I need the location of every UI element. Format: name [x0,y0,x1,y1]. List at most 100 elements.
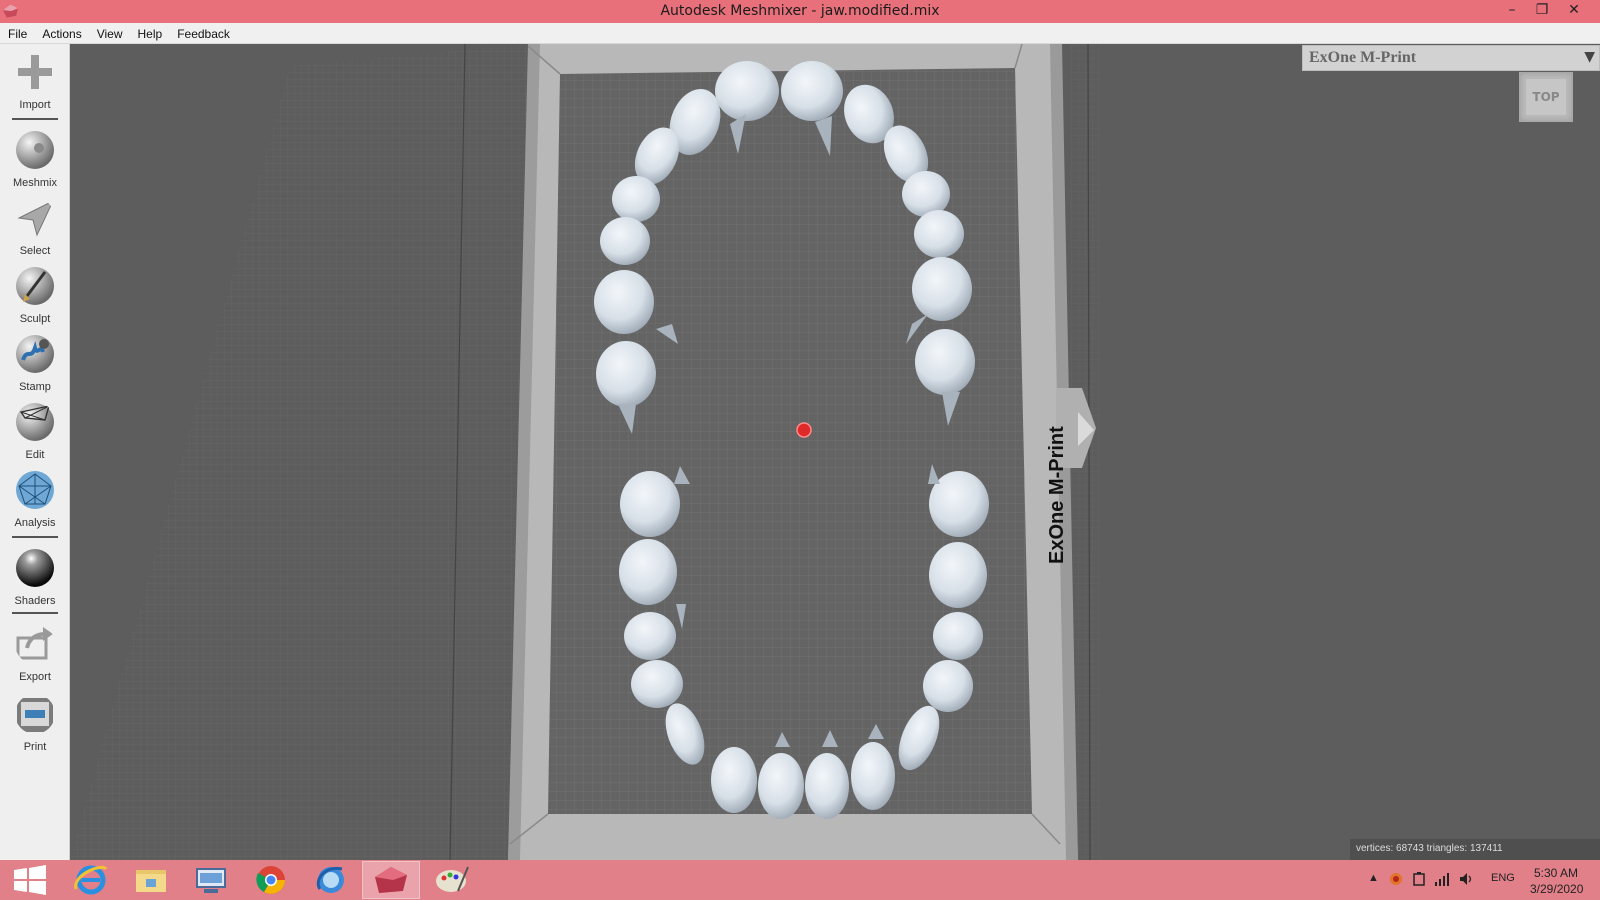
tool-label-analysis: Analysis [14,517,56,529]
tool-label-select: Select [19,245,51,257]
battery-power-icon[interactable] [1411,871,1427,887]
tooth [915,329,975,395]
tooth [781,61,843,121]
internet-explorer-icon [74,865,108,895]
network-signal-icon[interactable] [1434,871,1450,887]
tooth [914,210,964,258]
clock-time[interactable]: 5:30 AM [1534,866,1578,880]
floor-grid-left [70,44,530,860]
tooth [923,660,973,712]
view-cube[interactable]: TOP [1519,72,1573,122]
printer-icon [17,698,53,732]
tooth [631,660,683,708]
shader-sphere-icon [16,549,54,587]
file-explorer-icon [136,870,166,892]
tooth [902,171,950,217]
clock-date[interactable]: 3/29/2020 [1530,882,1583,896]
tool-import[interactable]: Import [0,52,70,111]
chevron-down-icon[interactable]: ▼ [1584,49,1595,65]
taskbar: ▲ ENG 5:30 AM 3/29/2020 [0,860,1600,900]
windows-start-icon [14,865,46,895]
tool-stamp[interactable]: Stamp [0,334,70,393]
bed-printer-label: ExOne M-Print [1046,426,1068,564]
3d-viewport[interactable]: ExOne M-Print [70,44,1600,860]
close-button[interactable]: ✕ [1560,0,1588,22]
meshmixer-icon [375,867,407,893]
minimize-button[interactable]: – [1498,0,1526,22]
tool-label-meshmix: Meshmix [12,177,57,189]
pivot-marker[interactable] [796,422,812,438]
plus-icon [18,55,52,89]
volume-speaker-icon[interactable] [1458,871,1474,887]
tool-label-sculpt: Sculpt [19,313,51,325]
taskbar-internet-explorer[interactable] [62,861,120,899]
title-bar: Autodesk Meshmixer - jaw.modified.mix – … [0,0,1600,23]
start-button[interactable] [2,861,60,899]
taskbar-paint[interactable] [422,861,480,899]
browser-blue-icon [316,866,344,893]
taskbar-browser[interactable] [302,861,360,899]
tool-label-print: Print [23,741,47,753]
geodesic-sphere-icon [16,471,54,509]
tool-palette: Import Meshmix Select Sculpt Stamp Edit … [0,44,70,860]
taskbar-file-explorer[interactable] [122,861,180,899]
menu-help[interactable]: Help [130,24,170,41]
tool-analysis[interactable]: Analysis [0,470,70,529]
tooth [619,539,677,605]
printer-dropdown-value: ExOne M-Print [1309,49,1417,66]
menu-view[interactable]: View [89,24,130,41]
tool-edit[interactable]: Edit [0,402,70,461]
view-cube-face-top[interactable]: TOP [1526,79,1566,115]
tooth [596,341,656,407]
scene-canvas[interactable]: ExOne M-Print [70,44,1600,860]
brush-sphere-icon [16,267,54,305]
menu-file[interactable]: File [0,24,34,41]
tool-label-shaders: Shaders [14,595,56,607]
taskbar-chrome[interactable] [242,861,300,899]
tooth [933,612,983,660]
tool-label-stamp: Stamp [19,381,51,393]
cursor-arrow-icon [17,199,55,237]
stamp-sphere-icon [16,335,54,373]
taskbar-remote-desktop[interactable] [182,861,240,899]
remote-desktop-icon [196,868,226,893]
tooth [624,612,676,660]
meshmix-sphere-icon [16,131,54,169]
menu-actions[interactable]: Actions [34,24,88,41]
window-title: Autodesk Meshmixer - jaw.modified.mix [660,3,940,19]
tool-meshmix[interactable]: Meshmix [0,130,70,189]
tooth [620,471,680,537]
mesh-stats: vertices: 68743 triangles: 137411 [1350,839,1600,860]
tooth [929,542,987,608]
tool-export[interactable]: Export [0,624,70,683]
tooth [612,176,660,222]
tool-label-edit: Edit [25,449,45,461]
tool-label-export: Export [19,671,51,683]
menu-feedback[interactable]: Feedback [169,24,237,41]
tooth [711,747,757,813]
tool-label-import: Import [19,99,51,111]
printer-dropdown[interactable]: ExOne M-Print ▼ [1302,45,1600,71]
restore-button[interactable]: ❐ [1528,0,1556,22]
tool-select[interactable]: Select [0,198,70,257]
tooth [805,753,849,819]
tooth [912,257,972,321]
menu-bar: File Actions View Help Feedback [0,23,1600,44]
taskbar-meshmixer[interactable] [362,861,420,899]
tray-app-icon[interactable] [1388,871,1404,887]
tool-sculpt[interactable]: Sculpt [0,266,70,325]
chrome-icon [256,866,285,894]
tool-shaders[interactable]: Shaders [0,548,70,607]
tooth [715,61,779,121]
toolbar-divider [12,612,58,614]
tooth [758,753,804,819]
input-language-indicator[interactable]: ENG [1491,872,1515,884]
tool-print[interactable]: Print [0,694,70,753]
tooth [851,742,895,810]
toolbar-divider [12,118,58,120]
tray-overflow-chevron-icon[interactable]: ▲ [1368,872,1379,884]
tooth [600,217,650,265]
paint-icon [436,866,469,892]
export-arrow-icon [16,627,53,660]
tooth [594,270,654,334]
